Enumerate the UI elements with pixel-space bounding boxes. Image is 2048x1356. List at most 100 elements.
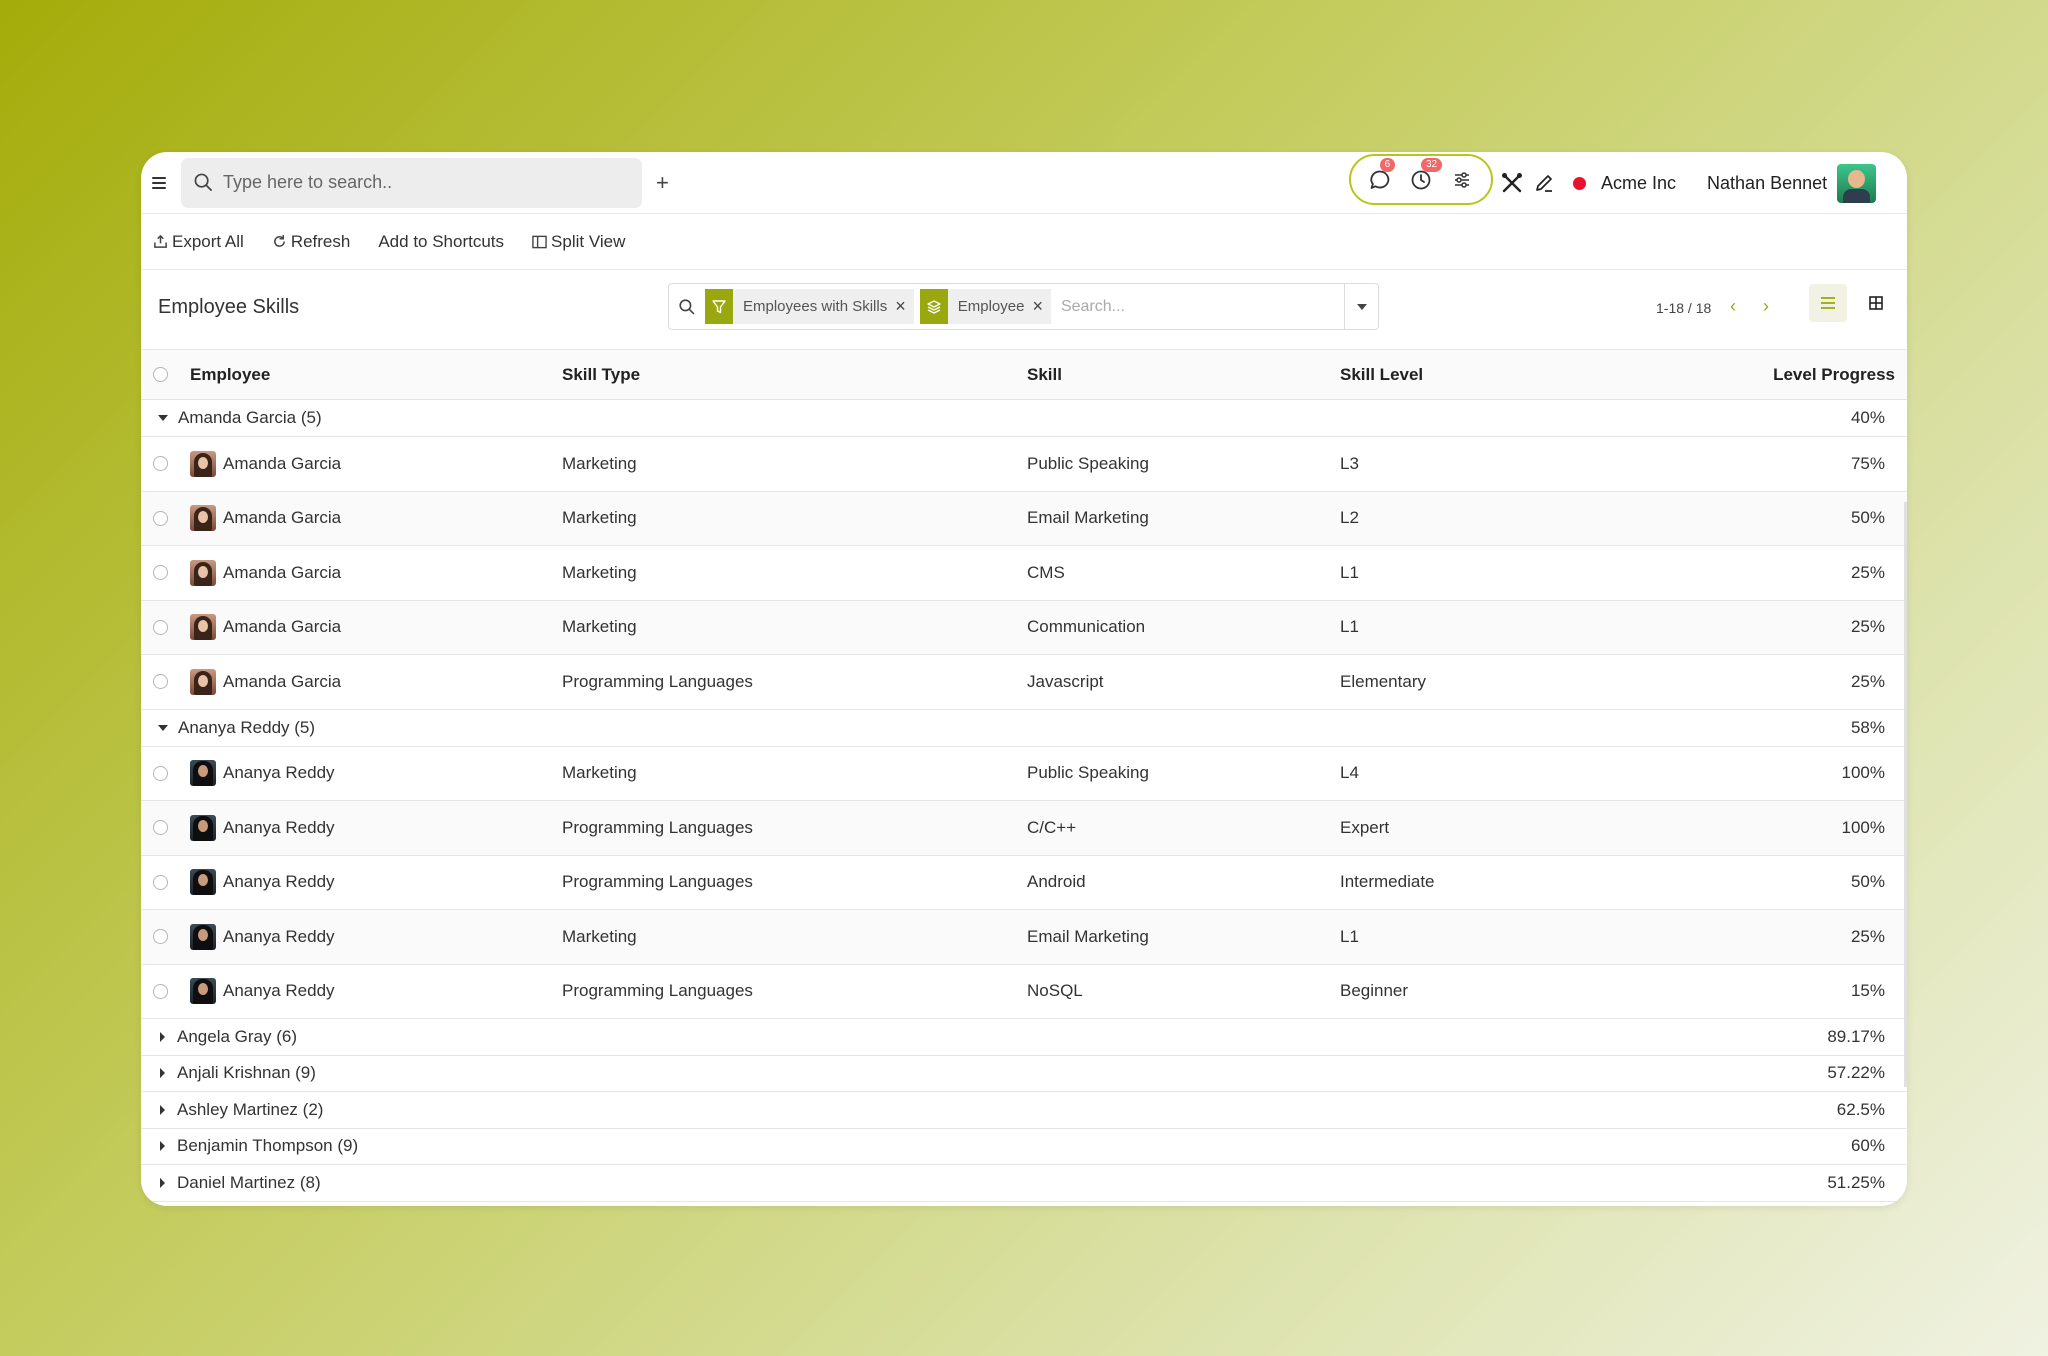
row-checkbox[interactable]: [153, 910, 168, 964]
messages-button[interactable]: 6: [1366, 157, 1396, 194]
level-progress: 25%: [1850, 562, 1885, 582]
employee-name: Ananya Reddy: [223, 981, 335, 1001]
kanban-view-button[interactable]: [1857, 284, 1895, 322]
col-skill-type[interactable]: Skill Type: [562, 350, 640, 399]
level-progress: 25%: [1850, 671, 1885, 691]
row-checkbox[interactable]: [153, 601, 168, 655]
skill-level: Beginner: [1340, 981, 1409, 1001]
row-checkbox[interactable]: [153, 965, 168, 1019]
avatar: [190, 814, 216, 841]
page-title: Employee Skills: [158, 296, 300, 318]
skill: NoSQL: [1027, 981, 1083, 1001]
edit-button[interactable]: [1531, 170, 1557, 196]
employee-name: Ananya Reddy: [223, 872, 335, 892]
table-row[interactable]: Amanda Garcia Programming Languages Java…: [141, 655, 1907, 710]
list-view-button[interactable]: [1809, 284, 1847, 322]
table-row[interactable]: Amanda Garcia Marketing Email Marketing …: [141, 491, 1907, 546]
menu-icon[interactable]: [152, 176, 166, 189]
skill: Javascript: [1027, 671, 1104, 691]
employee-name: Ananya Reddy: [223, 817, 335, 837]
table-row[interactable]: Ananya Reddy Programming Languages C/C++…: [141, 801, 1907, 856]
group-rows: Amanda Garcia Marketing Public Speaking …: [141, 437, 1907, 710]
filter-bar[interactable]: Employees with Skills × Employee ×: [668, 283, 1379, 330]
tools-button[interactable]: [1499, 170, 1525, 196]
chat-icon: [1370, 170, 1389, 189]
row-checkbox[interactable]: [153, 801, 168, 855]
skill-type: Programming Languages: [562, 671, 753, 691]
refresh-button[interactable]: Refresh: [272, 232, 350, 252]
avatar[interactable]: [1837, 163, 1877, 203]
filter-search-input[interactable]: [1060, 297, 1311, 316]
split-view-icon: [532, 235, 547, 248]
avatar: [190, 923, 216, 950]
table-header: Employee Skill Type Skill Skill Level Le…: [141, 350, 1907, 400]
skill: Public Speaking: [1027, 453, 1149, 473]
caret-right-icon: [160, 1068, 165, 1079]
vertical-scrollbar[interactable]: [1904, 502, 1907, 1087]
export-all-button[interactable]: Export All: [153, 232, 244, 252]
search-input[interactable]: [223, 172, 603, 193]
filter-dropdown-toggle[interactable]: [1344, 284, 1378, 329]
level-progress: 75%: [1850, 453, 1885, 473]
group-row[interactable]: Anjali Krishnan (9) 57.22%: [141, 1055, 1907, 1092]
pager-prev-icon[interactable]: ‹: [1730, 296, 1736, 317]
avatar: [190, 505, 216, 532]
skill-type: Marketing: [562, 508, 637, 528]
skill-type: Marketing: [562, 453, 637, 473]
avatar: [190, 760, 216, 787]
col-employee[interactable]: Employee: [190, 350, 270, 399]
group-progress: 57.22%: [1827, 1063, 1885, 1083]
user-name[interactable]: Nathan Bennet: [1707, 173, 1827, 194]
group-row[interactable]: Amanda Garcia (5) 40%: [141, 400, 1907, 437]
employee-name: Amanda Garcia: [223, 508, 342, 528]
activities-button[interactable]: 32: [1407, 157, 1443, 194]
level-progress: 100%: [1841, 763, 1885, 783]
skill-level: L2: [1340, 508, 1359, 528]
group-label: Benjamin Thompson (9): [177, 1136, 359, 1156]
row-checkbox[interactable]: [153, 856, 168, 910]
row-checkbox[interactable]: [153, 437, 168, 491]
group-row[interactable]: Ananya Reddy (5) 58%: [141, 710, 1907, 747]
skill: Email Marketing: [1027, 508, 1149, 528]
close-icon[interactable]: ×: [895, 296, 914, 317]
facet-employee[interactable]: Employee ×: [919, 289, 1051, 324]
group-row[interactable]: Ashley Martinez (2) 62.5%: [141, 1092, 1907, 1129]
table-row[interactable]: Amanda Garcia Marketing Public Speaking …: [141, 437, 1907, 492]
row-checkbox[interactable]: [153, 655, 168, 709]
table-row[interactable]: Ananya Reddy Programming Languages NoSQL…: [141, 964, 1907, 1019]
global-search[interactable]: [181, 157, 642, 208]
add-to-shortcuts-button[interactable]: Add to Shortcuts: [378, 232, 504, 252]
add-icon[interactable]: +: [656, 170, 669, 196]
refresh-icon: [273, 234, 285, 247]
table-row[interactable]: Ananya Reddy Marketing Email Marketing L…: [141, 910, 1907, 965]
split-view-button[interactable]: Split View: [532, 232, 625, 252]
company-name[interactable]: Acme Inc: [1601, 173, 1676, 194]
skill-level: L1: [1340, 617, 1359, 637]
pager-next-icon[interactable]: ›: [1763, 296, 1769, 317]
skill: Android: [1027, 872, 1086, 892]
table-row[interactable]: Ananya Reddy Marketing Public Speaking L…: [141, 746, 1907, 801]
level-progress: 50%: [1850, 508, 1885, 528]
table-row[interactable]: Ananya Reddy Programming Languages Andro…: [141, 855, 1907, 910]
facet-employees-with-skills[interactable]: Employees with Skills ×: [705, 289, 914, 324]
avatar: [190, 978, 216, 1005]
col-level-progress[interactable]: Level Progress: [1773, 350, 1895, 399]
caret-down-icon: [158, 415, 168, 421]
col-skill-level[interactable]: Skill Level: [1340, 350, 1423, 399]
select-all-checkbox[interactable]: [153, 350, 168, 399]
group-row[interactable]: Daniel Martinez (8) 51.25%: [141, 1165, 1907, 1202]
pager-range[interactable]: 1-18 / 18: [1656, 300, 1711, 316]
settings-sliders-button[interactable]: [1448, 166, 1476, 194]
col-skill[interactable]: Skill: [1027, 350, 1062, 399]
group-row[interactable]: Benjamin Thompson (9) 60%: [141, 1128, 1907, 1165]
table-row[interactable]: Amanda Garcia Marketing Communication L1…: [141, 600, 1907, 655]
group-row[interactable]: Angela Gray (6) 89.17%: [141, 1019, 1907, 1056]
row-checkbox[interactable]: [153, 492, 168, 546]
row-checkbox[interactable]: [153, 747, 168, 801]
skill-level: L1: [1340, 926, 1359, 946]
employee-name: Amanda Garcia: [223, 562, 342, 582]
close-icon[interactable]: ×: [1032, 296, 1051, 317]
row-checkbox[interactable]: [153, 546, 168, 600]
table-row[interactable]: Amanda Garcia Marketing CMS L1 25%: [141, 546, 1907, 601]
tools-icon: [1502, 173, 1522, 193]
